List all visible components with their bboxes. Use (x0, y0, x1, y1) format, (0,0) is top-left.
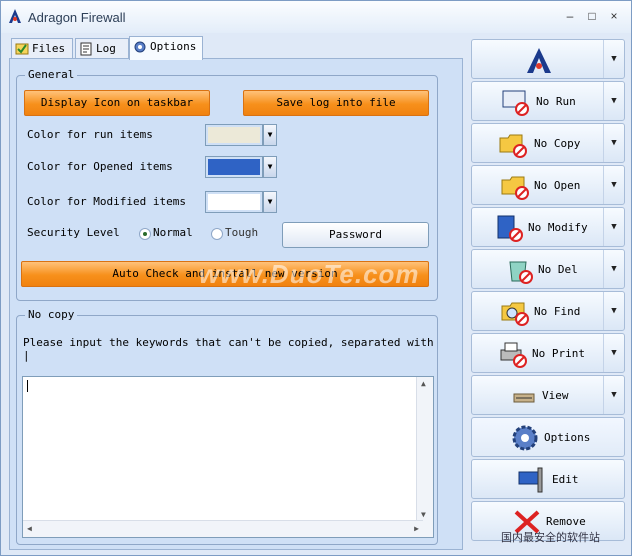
chevron-down-icon[interactable]: ▼ (603, 124, 624, 162)
scroll-right-icon[interactable]: ▶ (414, 524, 419, 533)
adragon-logo-icon (527, 48, 551, 73)
adragon-menu-button[interactable]: ▼ (471, 39, 625, 79)
chevron-down-icon[interactable]: ▼ (603, 82, 624, 120)
files-icon (15, 43, 29, 55)
opened-color-swatch (208, 159, 260, 175)
tough-label: Tough (225, 226, 259, 239)
vertical-scrollbar[interactable]: ▲ ▼ (416, 377, 433, 537)
view-button[interactable]: View ▼ (471, 375, 625, 415)
no-open-button[interactable]: No Open ▼ (471, 165, 625, 205)
window-title: Adragon Firewall (28, 10, 126, 25)
run-color-picker[interactable]: ▼ (205, 124, 277, 146)
scroll-left-icon[interactable]: ◀ (27, 524, 32, 533)
keywords-textarea[interactable]: ▲ ▼ ◀ ▶ (22, 376, 434, 538)
no-del-button[interactable]: No Del ▼ (471, 249, 625, 289)
tab-options[interactable]: Options (129, 36, 203, 60)
watermark-corner: 国内最安全的软件站 (501, 531, 600, 544)
title-bar: Adragon Firewall – □ × (1, 1, 631, 33)
edit-icon (518, 467, 543, 493)
options-icon (134, 41, 146, 53)
normal-label: Normal (153, 226, 193, 239)
horizontal-scrollbar[interactable]: ◀ ▶ (23, 520, 423, 537)
save-log-button[interactable]: Save log into file (243, 90, 429, 116)
no-modify-icon (497, 215, 523, 242)
run-color-swatch (208, 127, 260, 143)
no-run-icon (502, 90, 529, 116)
adragon-app-icon (9, 9, 21, 23)
no-copy-icon (499, 134, 527, 158)
opened-color-label: Color for Opened items (27, 160, 173, 173)
run-color-label: Color for run items (27, 128, 153, 141)
view-icon (513, 393, 535, 403)
watermark: www.DuoTe.com (199, 259, 420, 289)
chevron-down-icon[interactable]: ▼ (603, 334, 624, 372)
no-del-icon (509, 261, 533, 284)
tab-files[interactable]: Files (11, 38, 73, 58)
general-legend: General (25, 68, 78, 81)
no-find-icon (501, 302, 529, 326)
modified-color-label: Color for Modified items (27, 195, 186, 208)
no-print-button[interactable]: No Print ▼ (471, 333, 625, 373)
scroll-up-icon[interactable]: ▲ (421, 379, 426, 388)
no-print-icon (500, 342, 527, 368)
tab-log[interactable]: Log (75, 38, 129, 58)
minimize-button[interactable]: – (563, 9, 577, 23)
security-level-label: Security Level (27, 226, 120, 239)
edit-button[interactable]: Edit (471, 459, 625, 499)
text-caret (27, 380, 28, 392)
gear-icon (512, 425, 538, 451)
no-run-button[interactable]: No Run ▼ (471, 81, 625, 121)
log-icon (80, 42, 92, 56)
options-panel: General Display Icon on taskbar Save log… (9, 58, 463, 550)
no-modify-button[interactable]: No Modify ▼ (471, 207, 625, 247)
chevron-down-icon[interactable]: ▼ (603, 208, 624, 246)
no-open-icon (501, 176, 529, 200)
maximize-button[interactable]: □ (585, 9, 599, 23)
modified-color-swatch (208, 194, 260, 210)
no-find-button[interactable]: No Find ▼ (471, 291, 625, 331)
chevron-down-icon[interactable]: ▼ (603, 166, 624, 204)
close-button[interactable]: × (607, 9, 621, 23)
chevron-down-icon[interactable]: ▼ (603, 40, 624, 78)
no-copy-instruction: Please input the keywords that can't be … (23, 336, 434, 362)
password-button[interactable]: Password (282, 222, 429, 248)
tough-radio[interactable] (211, 228, 223, 240)
chevron-down-icon: ▼ (263, 191, 277, 213)
app-window: Adragon Firewall – □ × Files Log Options… (0, 0, 632, 556)
chevron-down-icon[interactable]: ▼ (603, 376, 624, 414)
no-copy-legend: No copy (25, 308, 78, 321)
opened-color-picker[interactable]: ▼ (205, 156, 277, 178)
options-button[interactable]: Options (471, 417, 625, 457)
normal-radio[interactable] (139, 228, 151, 240)
no-copy-button[interactable]: No Copy ▼ (471, 123, 625, 163)
modified-color-picker[interactable]: ▼ (205, 191, 277, 213)
chevron-down-icon: ▼ (263, 124, 277, 146)
display-icon-button[interactable]: Display Icon on taskbar (24, 90, 210, 116)
scroll-down-icon[interactable]: ▼ (421, 510, 426, 519)
chevron-down-icon: ▼ (263, 156, 277, 178)
chevron-down-icon[interactable]: ▼ (603, 250, 624, 288)
chevron-down-icon[interactable]: ▼ (603, 292, 624, 330)
